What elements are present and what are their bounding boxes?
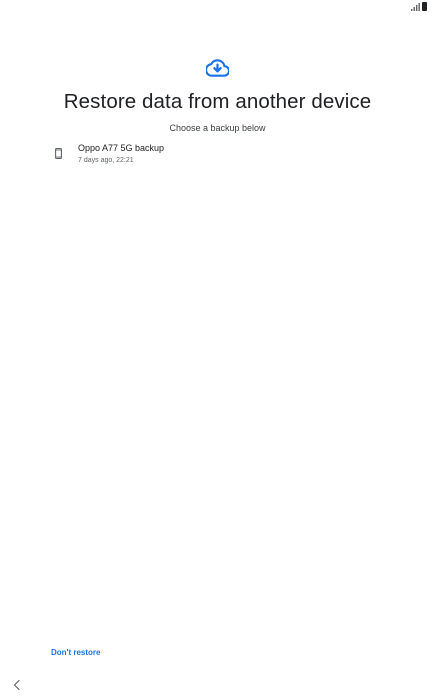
page-title: Restore data from another device — [63, 90, 372, 113]
backup-item-oppo-a77[interactable]: Oppo A77 5G backup 7 days ago, 22:21 — [45, 138, 390, 172]
backup-name: Oppo A77 5G backup — [78, 143, 165, 153]
backup-timestamp: 7 days ago, 22:21 — [78, 157, 134, 164]
phone-icon — [55, 148, 62, 159]
dont-restore-button[interactable]: Don't restore — [51, 648, 100, 657]
page-subtitle: Choose a backup below — [169, 123, 266, 133]
battery-icon — [422, 2, 427, 11]
status-bar — [0, 0, 435, 14]
back-chevron-icon[interactable] — [10, 678, 24, 692]
signal-icon — [411, 3, 420, 11]
cloud-download-icon — [206, 59, 229, 77]
